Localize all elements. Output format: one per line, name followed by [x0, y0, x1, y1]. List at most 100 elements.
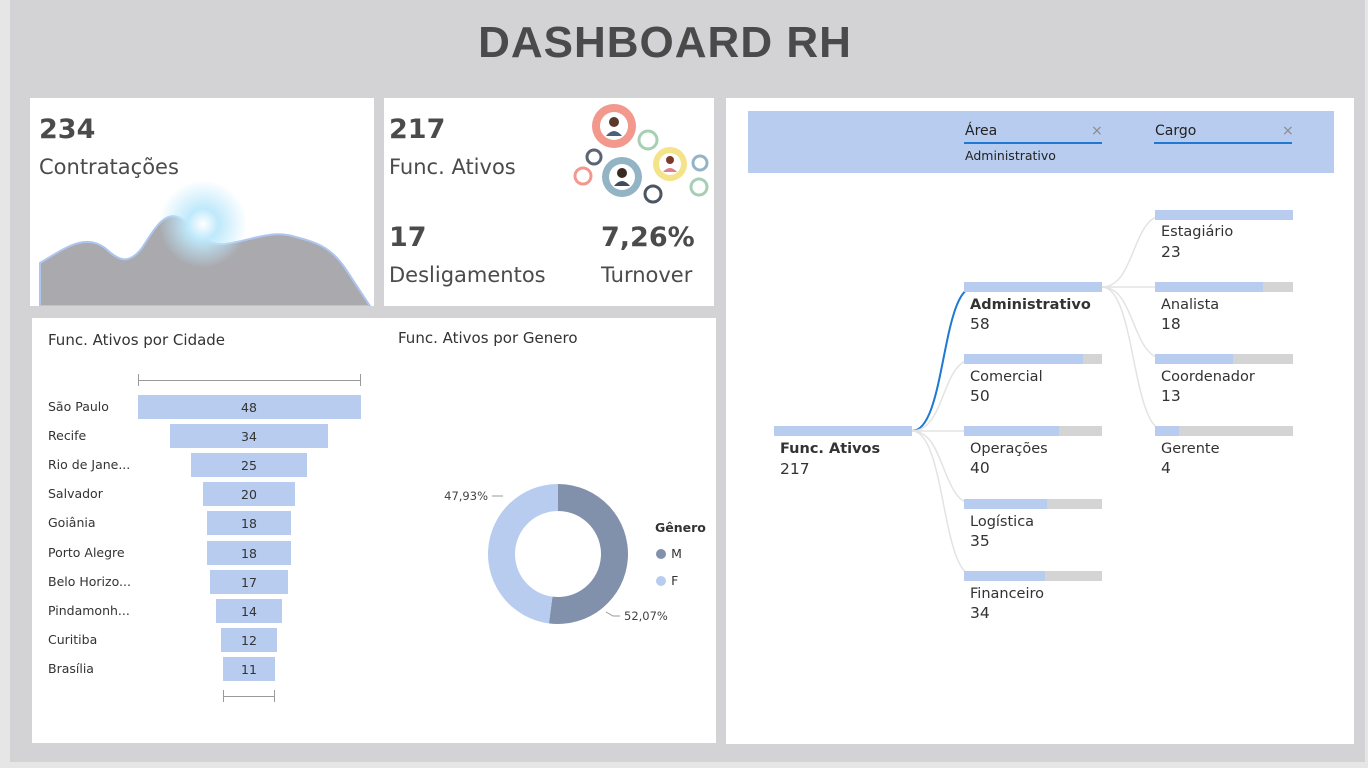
funnel-bar-value: 18	[241, 516, 257, 532]
funnel-city-label: Goiânia	[48, 515, 96, 531]
funnel-bar-value: 25	[241, 458, 257, 474]
tree-node-area-value: 35	[970, 532, 990, 550]
funnel-city-label: Belo Horizo...	[48, 573, 131, 589]
funnel-bar-value: 20	[241, 487, 257, 503]
gear-icon	[643, 184, 663, 204]
funnel-bar-value: 17	[241, 574, 257, 590]
tree-node-area-value: 58	[970, 315, 990, 333]
tree-node-area-bar[interactable]	[964, 282, 1102, 292]
funnel-bar-value: 48	[241, 400, 257, 415]
gear-icon	[602, 157, 642, 197]
tree-node-role-fill	[1155, 282, 1264, 292]
hires-card[interactable]: 234 Contratações	[30, 98, 374, 306]
funnel-city-label: Pindamonh...	[48, 602, 130, 618]
tree-node-area-fill	[964, 571, 1045, 581]
tree-node-role-label: Analista	[1161, 297, 1220, 313]
tree-node-area-label: Operações	[970, 441, 1048, 457]
funnel-city-label: Rio de Jane...	[48, 457, 131, 473]
gear-icon	[573, 166, 593, 186]
donut-slice-m[interactable]	[548, 484, 628, 624]
funnel-bar-value: 12	[241, 632, 257, 648]
turnover-label: Turnover	[601, 263, 693, 287]
tree-node-area-value: 34	[970, 604, 990, 622]
tree-node-root-bar[interactable]	[774, 426, 912, 436]
decomposition-tree-card: Área × Administrativo Cargo × Func. Ativ…	[726, 98, 1354, 744]
tree-connectors	[911, 214, 1166, 577]
gear-icon	[585, 148, 603, 166]
gear-icon	[691, 154, 709, 172]
tree-node-role-bar[interactable]	[1155, 210, 1293, 220]
gear-icon	[653, 147, 687, 181]
tree-node-area-fill	[964, 426, 1060, 436]
mountain-illustration	[39, 180, 372, 306]
tree-node-area-fill	[964, 282, 1102, 292]
legend-marker-m	[656, 548, 666, 559]
tree-node-area-fill	[964, 499, 1048, 509]
active-label: Func. Ativos	[389, 155, 516, 179]
tree-node-area-bar[interactable]	[964, 499, 1102, 509]
tree-node-role-label: Gerente	[1161, 441, 1220, 457]
tree-node-role-value: 4	[1161, 459, 1171, 477]
funnel-scale-top-l	[138, 374, 139, 386]
kpi-card[interactable]: 217 Func. Ativos 17 Desligamentos 7,26% …	[384, 98, 714, 306]
tree-node-area-label: Financeiro	[970, 586, 1045, 602]
tree-node-root-label: Func. Ativos	[780, 441, 881, 457]
tree-node-role-bar[interactable]	[1155, 282, 1293, 292]
funnel-scale-bottom-l	[223, 690, 224, 702]
donut-label-f: 47,93%	[444, 489, 488, 503]
gear-icon	[689, 177, 709, 197]
tree-node-root-value: 217	[780, 460, 810, 478]
gear-icon	[637, 129, 659, 151]
funnel-bar-value: 14	[241, 603, 257, 619]
tree-node-role-fill	[1155, 426, 1179, 436]
funnel-city-label: Recife	[48, 428, 87, 444]
layoffs-value: 17	[389, 222, 427, 253]
tree-node-role-label: Estagiário	[1161, 224, 1234, 240]
tree-node-area-fill	[964, 354, 1083, 364]
gear-icon	[592, 104, 636, 148]
team-gears-illustration	[573, 104, 709, 204]
tree-node-area-label: Logística	[970, 514, 1035, 530]
legend-marker-f	[656, 575, 666, 586]
charts-card: Func. Ativos por Cidade São Paulo 48 Recif…	[32, 318, 716, 743]
turnover-value: 7,26%	[601, 222, 695, 253]
legend-item-m[interactable]: M	[656, 543, 682, 562]
funnel-scale-top	[138, 380, 361, 381]
funnel-city-label: Curitiba	[48, 631, 98, 647]
tree-node-area-value: 40	[970, 459, 990, 477]
funnel-city-label: São Paulo	[48, 399, 109, 414]
tree-node-area-bar[interactable]	[964, 354, 1102, 364]
donut-slice-f[interactable]	[488, 484, 558, 624]
funnel-city-label: Salvador	[48, 486, 103, 502]
funnel-city-label: Porto Alegre	[48, 544, 125, 560]
funnel-bar-value: 34	[241, 429, 257, 445]
funnel-scale-bottom-r	[274, 690, 275, 702]
funnel-title: Func. Ativos por Cidade	[48, 331, 226, 349]
tree-node-root-fill	[774, 426, 912, 436]
tree-node-role-value: 23	[1161, 243, 1181, 261]
funnel-bar-value: 18	[241, 545, 257, 561]
legend-title: Gênero	[655, 520, 706, 535]
tree-node-role-bar[interactable]	[1155, 426, 1293, 436]
legend-label-m: M	[671, 546, 682, 561]
funnel-city-label: Brasília	[48, 660, 94, 676]
tree-node-role-value: 13	[1161, 387, 1181, 405]
funnel-bar-value: 11	[241, 661, 257, 677]
tree-node-area-value: 50	[970, 387, 990, 405]
active-value: 217	[389, 114, 446, 145]
legend-label-f: F	[671, 573, 679, 588]
tree-node-role-bar[interactable]	[1155, 354, 1293, 364]
tree-node-area-bar[interactable]	[964, 426, 1102, 436]
tree-node-role-label: Coordenador	[1161, 369, 1255, 385]
legend-item-f[interactable]: F	[656, 570, 678, 589]
report-canvas: DASHBOARD RH 234 Contratações 217 Func. …	[10, 0, 1365, 762]
tree-node-area-label: Comercial	[970, 369, 1043, 385]
donut-label-m: 52,07%	[624, 609, 668, 623]
layoffs-label: Desligamentos	[389, 263, 546, 287]
tree-node-role-fill	[1155, 354, 1233, 364]
tree-node-area-bar[interactable]	[964, 571, 1102, 581]
tree-node-role-value: 18	[1161, 315, 1181, 333]
funnel-scale-bottom	[223, 696, 275, 697]
tree-node-area-label: Administrativo	[970, 297, 1091, 313]
donut-leader-m	[605, 611, 620, 617]
